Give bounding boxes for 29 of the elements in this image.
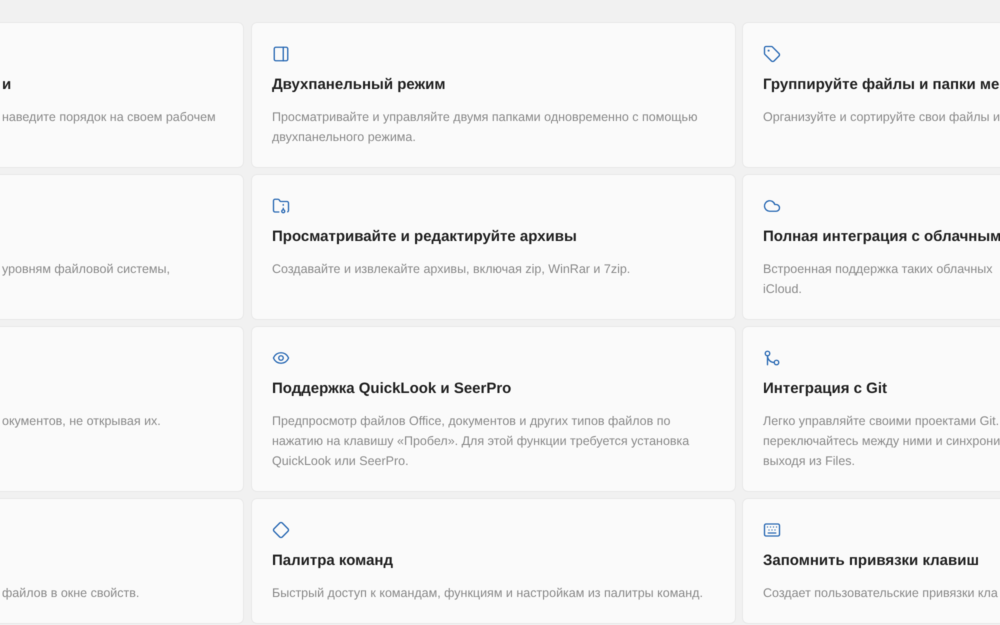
feature-description: Предпросмотр файлов Office, документов и других типов файлов по нажатию на клавишу «Пробел». Для этой функции требуется установка QuickLook или SeerPro. — [272, 413, 690, 470]
feature-title: Группируйте файлы и папки ме — [763, 75, 1000, 95]
feature-title: Палитра команд — [272, 551, 393, 571]
eye-icon — [272, 349, 290, 367]
feature-description: уровням файловой системы, — [2, 261, 170, 278]
cloud-icon — [763, 197, 781, 215]
feature-title: Запомнить привязки клавиш — [763, 551, 979, 571]
feature-description: файлов в окне свойств. — [2, 585, 140, 602]
feature-title: Полная интеграция с облачным — [763, 227, 1000, 247]
feature-title: и — [2, 75, 12, 95]
feature-description: Создавайте и извлекайте архивы, включая zip, WinRar и 7zip. — [272, 261, 630, 278]
feature-title: Просматривайте и редактируйте архивы — [272, 227, 577, 247]
feature-description: окументов, не открывая их. — [2, 413, 161, 430]
feature-description: Организуйте и сортируйте свои файлы и — [763, 109, 1000, 126]
feature-description: Быстрый доступ к командам, функциям и настройкам из палитры команд. — [272, 585, 703, 602]
feature-description: Просматривайте и управляйте двумя папками одновременно с помощью двухпанельного режима. — [272, 109, 698, 146]
tag-icon — [763, 45, 781, 63]
feature-description: наведите порядок на своем рабочем — [2, 109, 216, 126]
branch-icon — [763, 349, 781, 367]
diamond-icon — [272, 521, 290, 539]
panel-icon — [272, 45, 290, 63]
feature-description: Создает пользовательские привязки кла — [763, 585, 998, 602]
feature-description: Встроенная поддержка таких облачных iCloud. — [763, 261, 993, 298]
feature-description: Легко управляйте своими проектами Git. переключайтесь между ними и синхрони выходя из Files. — [763, 413, 1000, 470]
feature-title: Интеграция с Git — [763, 379, 887, 399]
archive-folder-icon — [272, 197, 290, 215]
keyboard-icon — [763, 521, 781, 539]
feature-title: Двухпанельный режим — [272, 75, 446, 95]
feature-title: Поддержка QuickLook и SeerPro — [272, 379, 512, 399]
